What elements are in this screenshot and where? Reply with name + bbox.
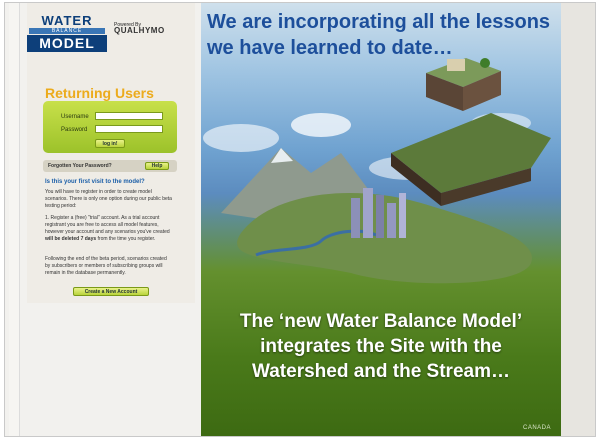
username-label: Username xyxy=(61,114,89,120)
city-building xyxy=(363,188,373,238)
tagline-line-3: Watershed and the Stream… xyxy=(252,361,510,382)
register-intro-text: You will have to register in order to cr… xyxy=(45,189,172,209)
headline-line-2: we have learned to date… xyxy=(207,37,453,59)
city-building xyxy=(399,193,406,238)
first-visit-question: Is this your first visit to the model? xyxy=(45,179,145,185)
promo-headline: We are incorporating all the lessons we … xyxy=(207,9,557,61)
headline-line-1: We are incorporating all the lessons xyxy=(207,11,551,33)
cloud xyxy=(291,113,351,137)
tagline-line-1: The ‘new Water Balance Model’ xyxy=(239,311,523,332)
tagline-line-2: integrates the Site with the xyxy=(260,336,502,357)
forgot-password-link[interactable]: Forgotten Your Password? xyxy=(48,163,112,169)
trial-account-text: 1. Register a (free) "trial" account. As… xyxy=(45,215,173,243)
help-button[interactable]: Help xyxy=(145,162,169,170)
login-button[interactable]: log in! xyxy=(95,139,125,148)
trial-text-end: from the time you register. xyxy=(96,236,156,242)
qualhymo-brand: QUALHYMO xyxy=(114,26,165,35)
water-balance-model-logo[interactable]: WATER BALANCE MODEL xyxy=(27,13,107,53)
beta-period-text: Following the end of the beta period, sc… xyxy=(45,256,167,276)
promo-tagline: The ‘new Water Balance Model’ integrates… xyxy=(201,309,561,384)
logo-line-1: WATER xyxy=(41,13,93,28)
login-form: Username Password log in! xyxy=(43,101,177,153)
create-account-button[interactable]: Create a New Account xyxy=(73,287,149,296)
right-margin xyxy=(561,3,595,436)
trial-text-bold: will be deleted 7 days xyxy=(45,236,97,242)
watershed-terrain xyxy=(237,193,532,284)
browser-frame: WATER BALANCE MODEL Powered By QUALHYMO … xyxy=(4,2,596,437)
logo-line-2: BALANCE xyxy=(29,28,105,34)
city-building xyxy=(376,195,384,238)
returning-users-heading: Returning Users xyxy=(45,85,154,101)
username-input[interactable] xyxy=(95,112,163,120)
promo-banner: We are incorporating all the lessons we … xyxy=(201,3,561,436)
password-label: Password xyxy=(61,127,88,133)
logo-line-3: MODEL xyxy=(27,35,107,52)
powered-by-label: Powered By QUALHYMO xyxy=(114,22,165,35)
canada-watermark: CANADA xyxy=(523,425,552,431)
trial-text-start: 1. Register a (free) "trial" account. As… xyxy=(45,215,170,235)
cloud xyxy=(203,124,279,152)
city-building xyxy=(351,198,360,238)
city-building xyxy=(387,203,396,238)
password-input[interactable] xyxy=(95,125,163,133)
forgot-password-bar: Forgotten Your Password? Help xyxy=(43,160,177,172)
left-margin xyxy=(9,3,20,436)
